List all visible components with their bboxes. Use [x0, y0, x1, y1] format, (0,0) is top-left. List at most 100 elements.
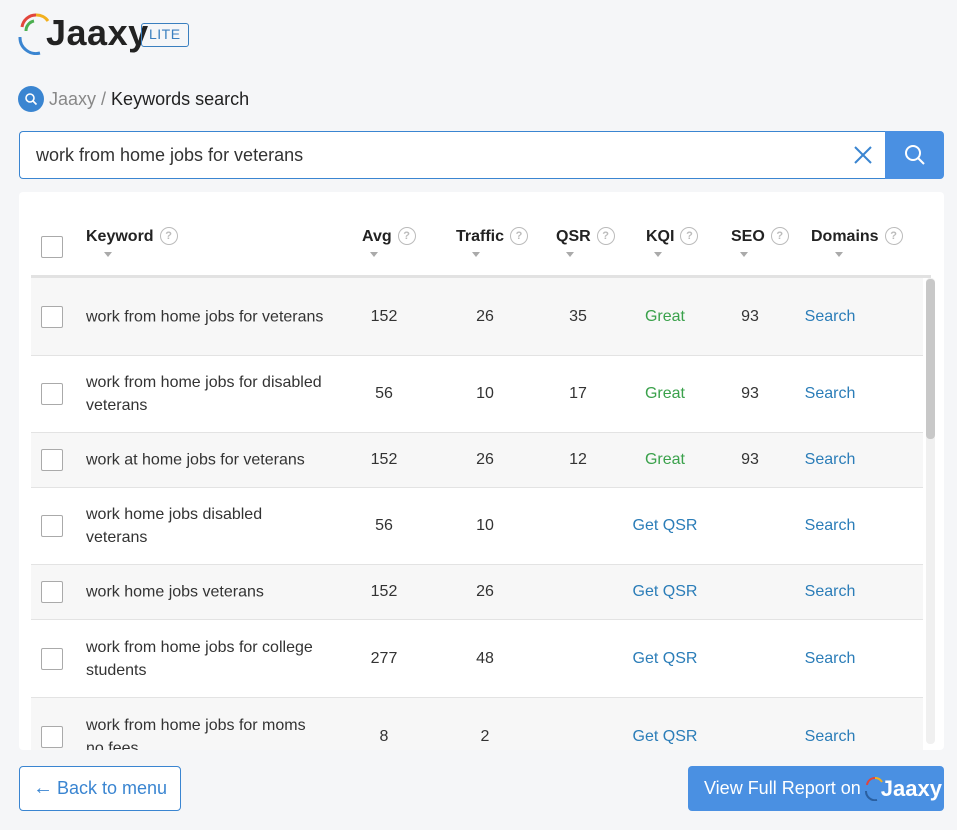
- avg-cell: 152: [370, 583, 398, 600]
- avg-cell: 56: [375, 517, 393, 534]
- arrow-left-icon: ←: [32, 777, 53, 799]
- table-row[interactable]: work from home jobs for moms no fees 8 2…: [31, 698, 923, 750]
- keyword-cell: work from home jobs for disabled veteran…: [86, 374, 322, 414]
- row-checkbox[interactable]: [41, 383, 63, 405]
- help-icon[interactable]: ?: [159, 227, 178, 245]
- traffic-cell: 26: [476, 307, 494, 325]
- search-input[interactable]: [19, 131, 885, 179]
- table-row[interactable]: work from home jobs for veterans 152 26 …: [31, 278, 923, 356]
- domains-search-link[interactable]: Search: [800, 451, 860, 469]
- help-icon[interactable]: ?: [680, 227, 699, 245]
- lite-badge: LITE: [141, 23, 189, 47]
- breadcrumb-root[interactable]: Jaaxy: [49, 89, 96, 110]
- row-checkbox[interactable]: [41, 305, 63, 328]
- get-qsr-link[interactable]: Get QSR: [623, 650, 707, 668]
- close-icon[interactable]: [850, 142, 876, 168]
- keyword-cell: work home jobs disabled veterans: [86, 506, 263, 546]
- traffic-cell: 26: [476, 583, 494, 600]
- results-table: Keyword ? Avg ? Traffic ? QSR ? KQI ? SE…: [19, 192, 944, 750]
- help-icon[interactable]: ?: [596, 227, 615, 245]
- avg-cell: 56: [375, 385, 393, 402]
- keyword-cell: work from home jobs for veterans: [86, 308, 324, 325]
- domains-search-link[interactable]: Search: [800, 308, 860, 326]
- table-scrollbar[interactable]: [926, 278, 935, 744]
- jaaxy-logo: Jaaxy: [864, 775, 942, 802]
- traffic-cell: 10: [476, 517, 494, 534]
- kqi-cell: Great: [644, 451, 685, 468]
- column-seo[interactable]: SEO ?: [731, 227, 789, 257]
- row-checkbox[interactable]: [41, 725, 63, 748]
- table-header: Keyword ? Avg ? Traffic ? QSR ? KQI ? SE…: [31, 192, 931, 278]
- help-icon[interactable]: ?: [510, 227, 529, 245]
- sort-caret-icon: [472, 252, 480, 257]
- breadcrumb: Jaaxy / Keywords search: [18, 86, 249, 112]
- avg-cell: 152: [370, 451, 398, 468]
- keyword-cell: work from home jobs for moms no fees: [86, 716, 306, 751]
- sort-caret-icon: [370, 252, 378, 257]
- search-bar: [19, 131, 944, 179]
- kqi-cell: Great: [644, 385, 685, 402]
- keyword-cell: work at home jobs for veterans: [86, 451, 305, 469]
- qsr-cell: 17: [569, 385, 587, 402]
- traffic-cell: 26: [476, 451, 494, 468]
- domains-search-link[interactable]: Search: [800, 385, 860, 403]
- scrollbar-thumb[interactable]: [926, 279, 935, 439]
- column-qsr[interactable]: QSR ?: [556, 227, 615, 257]
- avg-cell: 152: [370, 307, 398, 325]
- domains-search-link[interactable]: Search: [800, 728, 860, 746]
- report-logo-text: Jaaxy: [880, 775, 942, 801]
- domains-search-link[interactable]: Search: [800, 583, 860, 601]
- keyword-cell: work from home jobs for college students: [86, 638, 313, 679]
- domains-search-link[interactable]: Search: [800, 650, 860, 668]
- seo-cell: 93: [741, 451, 759, 468]
- view-full-report-button[interactable]: View Full Report on Jaaxy: [688, 766, 944, 811]
- help-icon[interactable]: ?: [397, 227, 416, 245]
- logo-text: Jaaxy: [46, 12, 149, 53]
- table-row[interactable]: work from home jobs for college students…: [31, 620, 923, 698]
- select-all-checkbox[interactable]: [41, 236, 63, 258]
- qsr-cell: 12: [569, 451, 587, 468]
- back-label: Back to menu: [56, 778, 168, 798]
- row-checkbox[interactable]: [41, 449, 63, 471]
- row-checkbox[interactable]: [41, 515, 63, 537]
- column-domains[interactable]: Domains ?: [811, 227, 903, 257]
- help-icon[interactable]: ?: [770, 227, 789, 245]
- traffic-cell: 2: [480, 727, 490, 745]
- table-row[interactable]: work home jobs veterans 152 26 Get QSR S…: [31, 565, 923, 620]
- jaaxy-logo: Jaaxy: [18, 10, 149, 56]
- breadcrumb-separator: /: [101, 88, 107, 109]
- row-checkbox[interactable]: [41, 647, 63, 670]
- back-to-menu-button[interactable]: ← Back to menu: [19, 766, 181, 811]
- get-qsr-link[interactable]: Get QSR: [623, 583, 707, 601]
- keyword-cell: work home jobs veterans: [86, 583, 264, 601]
- table-body: work from home jobs for veterans 152 26 …: [31, 278, 923, 750]
- table-row[interactable]: work at home jobs for veterans 152 26 12…: [31, 433, 923, 488]
- get-qsr-link[interactable]: Get QSR: [623, 517, 707, 535]
- sort-caret-icon: [740, 252, 748, 257]
- sort-caret-icon: [104, 252, 112, 257]
- sort-caret-icon: [654, 252, 662, 257]
- sort-caret-icon: [835, 252, 843, 257]
- column-keyword[interactable]: Keyword ?: [86, 227, 178, 257]
- traffic-cell: 10: [476, 385, 494, 402]
- column-kqi[interactable]: KQI ?: [646, 227, 699, 257]
- get-qsr-link[interactable]: Get QSR: [623, 728, 707, 746]
- breadcrumb-current: Keywords search: [111, 88, 250, 109]
- avg-cell: 277: [370, 649, 398, 667]
- seo-cell: 93: [741, 385, 759, 402]
- table-row[interactable]: work from home jobs for disabled veteran…: [31, 356, 923, 433]
- avg-cell: 8: [379, 727, 389, 745]
- qsr-cell: 35: [569, 307, 587, 325]
- row-checkbox[interactable]: [41, 581, 63, 603]
- sort-caret-icon: [566, 252, 574, 257]
- table-row[interactable]: work home jobs disabled veterans 56 10 G…: [31, 488, 923, 565]
- help-icon[interactable]: ?: [884, 227, 903, 245]
- search-icon: [904, 145, 925, 165]
- column-traffic[interactable]: Traffic ?: [456, 227, 529, 257]
- domains-search-link[interactable]: Search: [800, 517, 860, 535]
- report-label: View Full Report on: [704, 778, 861, 798]
- column-avg[interactable]: Avg ?: [362, 227, 416, 257]
- traffic-cell: 48: [476, 649, 494, 667]
- search-icon: [18, 86, 44, 112]
- search-button[interactable]: [885, 131, 944, 179]
